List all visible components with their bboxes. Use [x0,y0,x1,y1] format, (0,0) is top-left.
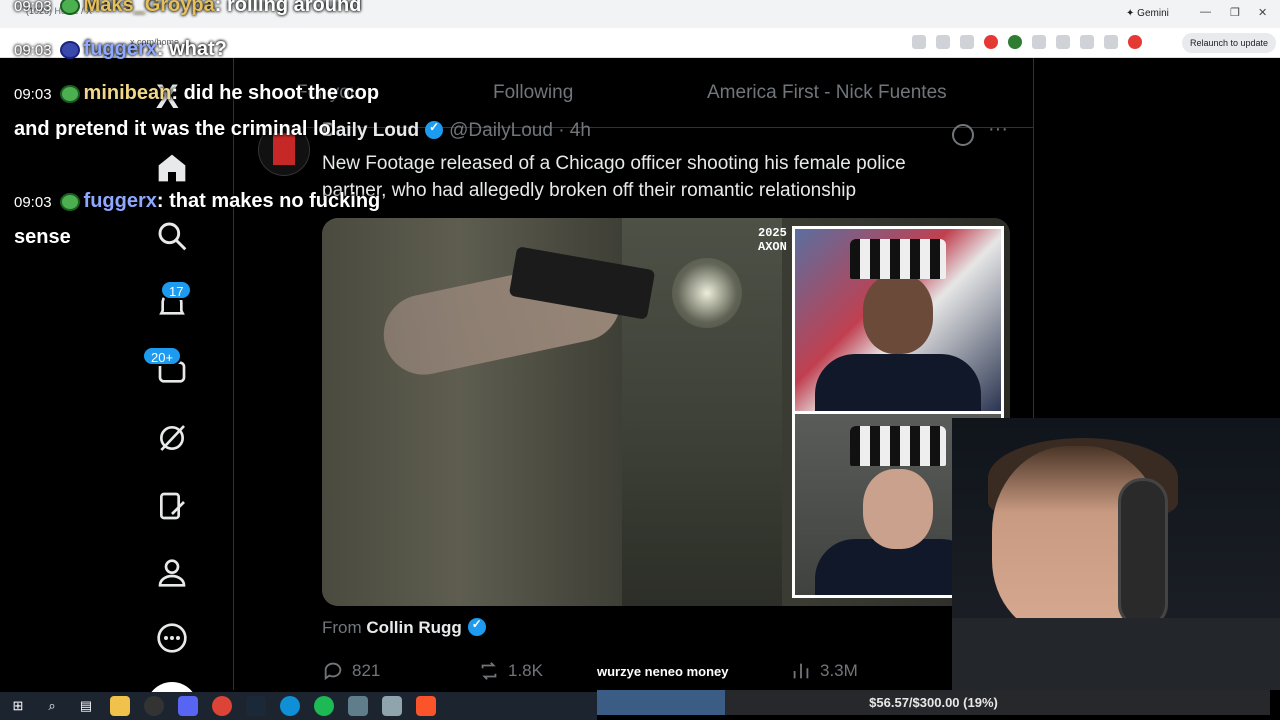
chat-user: fuggerx [83,38,157,60]
chat-separator: : [171,82,184,104]
tweet-more-button[interactable]: ··· [988,118,1008,141]
reply-icon [324,662,342,681]
spotify-icon[interactable] [314,696,334,716]
reply-button[interactable]: 821 [322,660,380,682]
chat-user: fuggerx [83,190,157,212]
close-button[interactable]: ✕ [1258,6,1267,19]
obs-icon[interactable] [144,696,164,716]
extension-icon[interactable] [1008,35,1022,49]
chat-time: 09:03 [14,0,52,15]
bodycam-watermark: 2025 AXON [758,226,787,254]
windows-taskbar: ⊞ ⌕ ▤ [0,692,597,720]
watermark-year: 2025 [758,226,787,240]
maximize-button[interactable]: ❐ [1230,6,1240,19]
messages-badge: 20+ [142,346,183,366]
sidebar-icon[interactable] [1080,35,1094,49]
officer-photo-male [795,229,1001,411]
video-frame-light [672,258,742,328]
tweet-media[interactable]: 2025 AXON [322,218,1010,606]
minimize-button[interactable]: — [1200,6,1211,18]
search-icon[interactable]: ⌕ [42,696,62,716]
emote-icon [59,192,80,211]
chat-time: 09:03 [14,194,52,211]
chat-message: 09:03 Maks_Groypa: rolling around [14,0,414,24]
zoom-icon[interactable] [936,35,950,49]
media-icon[interactable] [1104,35,1118,49]
app-icon[interactable] [348,696,368,716]
tweet-source: From Collin Rugg [322,617,492,638]
install-icon[interactable] [912,35,926,49]
repost-button[interactable]: 1.8K [478,660,543,682]
chat-time: 09:03 [14,86,52,103]
tab-following[interactable]: Following [493,82,573,104]
emote-icon [59,84,80,103]
views-icon [793,663,809,679]
steam-icon[interactable] [246,696,266,716]
compose-icon[interactable] [150,484,194,528]
task-view-icon[interactable]: ▤ [76,696,96,716]
notifications-badge: 17 [160,280,193,300]
gemini-label: Gemini [1137,8,1169,19]
chrome-icon[interactable] [212,696,232,716]
tab-america-first[interactable]: America First - Nick Fuentes [707,82,947,104]
file-explorer-icon[interactable] [110,696,130,716]
brave-icon[interactable] [416,696,436,716]
relaunch-button[interactable]: Relaunch to update [1182,33,1277,53]
profile-avatar-icon[interactable] [1128,35,1142,49]
bookmark-star-icon[interactable] [960,35,974,49]
police-cap [850,239,946,279]
donation-goal-bar: $56.57/$300.00 (19%) [597,690,1270,715]
verified-icon [467,617,486,636]
start-icon[interactable]: ⊞ [8,696,28,716]
chat-message: 09:03 minibean: did he shoot the cop and … [14,76,414,146]
verified-icon [425,120,444,139]
gemini-button[interactable]: ✦ Gemini [1126,8,1169,19]
chat-message: 09:03 fuggerx: that makes no fucking sens… [14,184,414,254]
tweet-author-handle[interactable]: @DailyLoud [449,120,553,141]
face [863,469,933,549]
reply-count: 821 [352,661,381,680]
donation-goal-text: $56.57/$300.00 (19%) [869,695,998,710]
extension-icon[interactable] [1032,35,1046,49]
chat-user: Maks_Groypa [83,0,215,16]
grok-explain-icon[interactable] [952,124,974,146]
extensions-puzzle-icon[interactable] [1056,35,1070,49]
chat-separator: : [156,190,170,212]
chat-text: what? [169,38,227,60]
chat-user: minibean [83,82,172,104]
police-cap [850,426,946,466]
extension-icon[interactable] [984,35,998,49]
tweet-age[interactable]: · 4h [558,120,591,141]
donation-goal-label: wurzye neneo money [597,664,729,679]
more-icon[interactable] [150,616,194,660]
headphones [1118,478,1168,628]
repost-icon [481,662,497,680]
source-author[interactable]: Collin Rugg [366,618,461,637]
emote-icon [59,40,80,59]
chat-separator: : [156,38,170,60]
app-icon[interactable] [382,696,402,716]
emote-icon [59,0,80,15]
divider [233,58,234,690]
chat-text: rolling around [226,0,362,16]
views-button[interactable]: 3.3M [790,660,858,682]
profile-icon[interactable] [150,550,194,594]
tweet-text: New Footage released of a Chicago office… [322,153,906,201]
views-count: 3.3M [820,661,858,680]
from-prefix: From [322,618,362,637]
watermark-brand: AXON [758,240,787,254]
face [863,274,933,354]
grok-icon[interactable] [150,416,194,460]
repost-count: 1.8K [508,661,543,680]
extension-icons [912,35,1142,49]
uniform [815,354,981,411]
webcam-overlay [952,418,1280,690]
chat-time: 09:03 [14,42,52,59]
chat-separator: : [214,0,227,16]
chat-message: 09:03 fuggerx: what? [14,32,414,68]
webcam-shirt [952,618,1280,690]
edge-icon[interactable] [280,696,300,716]
discord-icon[interactable] [178,696,198,716]
